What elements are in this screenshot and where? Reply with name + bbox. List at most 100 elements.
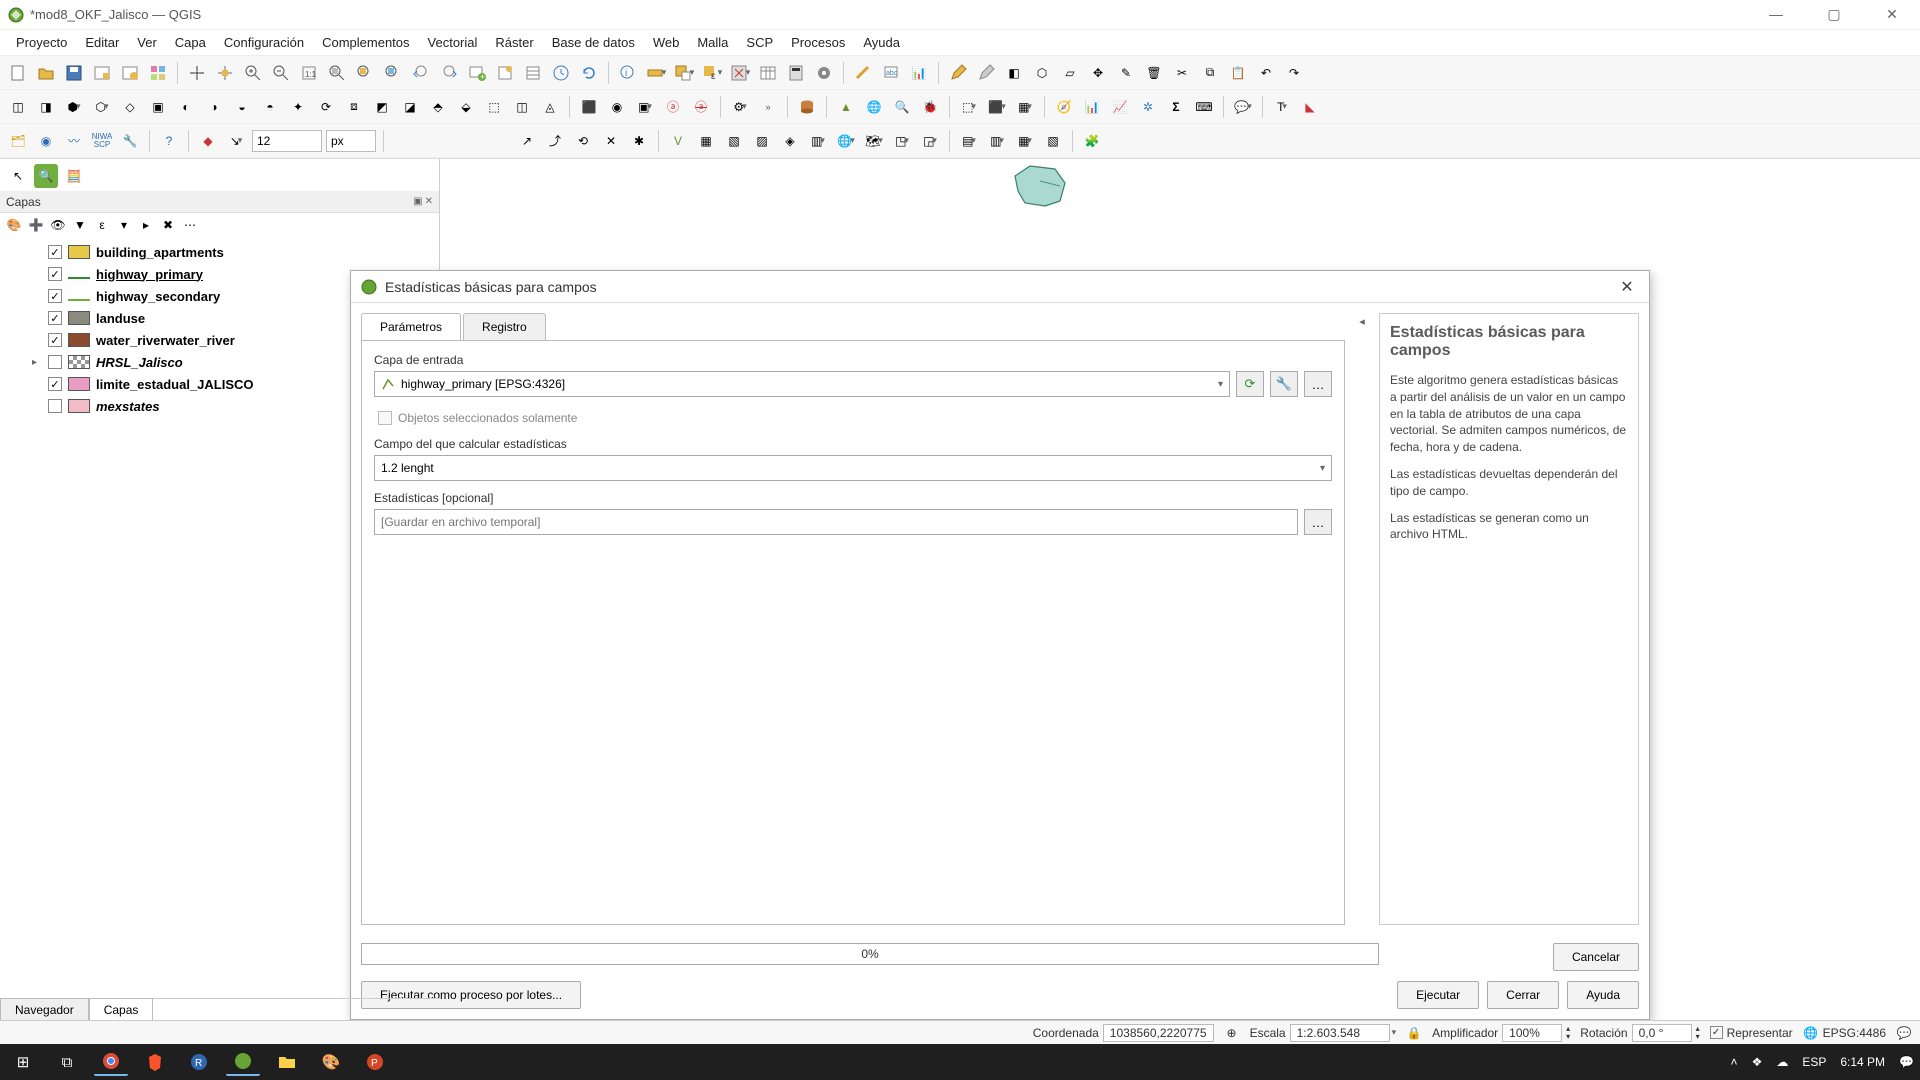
digitize-icon[interactable]: ⬡ <box>1030 61 1054 85</box>
rot-value[interactable]: 0,0 ° <box>1632 1024 1692 1042</box>
select-by-expression-icon[interactable]: ε▾ <box>700 61 724 85</box>
cancel-button[interactable]: Cancelar <box>1553 943 1639 971</box>
render-checkbox[interactable]: ✓ <box>1710 1026 1723 1039</box>
zoom-native-icon[interactable]: 1:1 <box>297 61 321 85</box>
new-virtual-layer-icon[interactable]: 📊 <box>907 61 931 85</box>
menu-web[interactable]: Web <box>645 33 688 52</box>
vlayer-f-icon[interactable]: ▥▾ <box>806 129 830 153</box>
chrome-icon[interactable] <box>94 1048 128 1076</box>
window-minimize-button[interactable]: — <box>1756 6 1796 23</box>
undo-icon[interactable]: ↶ <box>1254 61 1278 85</box>
tool-2c-icon[interactable]: ⬢▾ <box>62 95 86 119</box>
vector-c-icon[interactable]: ⟲ <box>571 129 595 153</box>
powerpoint-icon[interactable]: P <box>358 1048 392 1076</box>
layer-checkbox[interactable]: ✓ <box>48 267 62 281</box>
scp-input-icon[interactable]: ◉ <box>34 129 58 153</box>
db-manager-icon[interactable] <box>795 95 819 119</box>
layer-add-group-icon[interactable]: ➕ <box>28 217 44 233</box>
sigma-icon[interactable]: Σ <box>1164 95 1188 119</box>
open-attribute-table-icon[interactable] <box>756 61 780 85</box>
tray-lang[interactable]: ESP <box>1802 1055 1826 1069</box>
menu-configuracion[interactable]: Configuración <box>216 33 312 52</box>
field-select[interactable]: 1.2 lenght ▾ <box>374 455 1332 481</box>
menu-basedatos[interactable]: Base de datos <box>544 33 643 52</box>
paint-icon[interactable]: 🎨 <box>314 1048 348 1076</box>
mouse-extent-icon[interactable]: ⊕ <box>1224 1025 1240 1041</box>
tray-notifications-icon[interactable]: 💬 <box>1899 1055 1914 1069</box>
brave-icon[interactable] <box>138 1048 172 1076</box>
window-maximize-button[interactable]: ▢ <box>1814 6 1854 23</box>
quick-b-icon[interactable]: 🧮 <box>62 164 86 188</box>
browse-layer-button[interactable]: … <box>1304 371 1332 397</box>
style-manager-icon[interactable] <box>146 61 170 85</box>
panel-close-icon[interactable]: ✕ <box>425 196 433 207</box>
tool-2i-icon[interactable]: ◒ <box>230 95 254 119</box>
run-button[interactable]: Ejecutar <box>1397 981 1479 1009</box>
crs-icon[interactable]: 🌐 <box>1803 1025 1819 1041</box>
vector-b-icon[interactable]: ⤴ <box>543 129 567 153</box>
vlayer-b-icon[interactable]: ▦ <box>694 129 718 153</box>
font-size-input[interactable] <box>252 130 322 152</box>
rot-spinner[interactable]: ▴▾ <box>1696 1025 1700 1041</box>
scp-3-icon[interactable]: ▣▾ <box>633 95 657 119</box>
copy-features-icon[interactable]: ⧉ <box>1198 61 1222 85</box>
menu-ayuda[interactable]: Ayuda <box>855 33 908 52</box>
quick-locate-icon[interactable]: 🔍 <box>34 164 58 188</box>
zoom-out-icon[interactable] <box>269 61 293 85</box>
vector-e-icon[interactable]: ✱ <box>627 129 651 153</box>
redo-icon[interactable]: ↷ <box>1282 61 1306 85</box>
zoom-in-icon[interactable] <box>241 61 265 85</box>
tray-dropbox-icon[interactable]: ❖ <box>1752 1055 1763 1069</box>
vlayer-c-icon[interactable]: ▧ <box>722 129 746 153</box>
scale-value[interactable]: 1:2.603.548 <box>1290 1024 1390 1042</box>
scp-roi-select-icon[interactable]: ↘▾ <box>224 129 248 153</box>
layout-a-icon[interactable]: ⬚▾ <box>957 95 981 119</box>
tray-chevron-icon[interactable]: ˄ <box>1731 1055 1738 1069</box>
menu-proyecto[interactable]: Proyecto <box>8 33 75 52</box>
group-b-icon[interactable]: ▥▾ <box>985 129 1009 153</box>
help-tip-icon[interactable]: 💬▾ <box>1231 95 1255 119</box>
select-options-button[interactable]: 🔧 <box>1270 371 1298 397</box>
georeferencer-icon[interactable]: 🌐 <box>862 95 886 119</box>
tool-2s-icon[interactable]: ◫ <box>510 95 534 119</box>
layer-filter-icon[interactable]: ▼ <box>72 217 88 233</box>
refresh-icon[interactable] <box>577 61 601 85</box>
tool-2m-icon[interactable]: ⧈ <box>342 95 366 119</box>
show-bookmarks-icon[interactable] <box>521 61 545 85</box>
field-calculator-icon[interactable] <box>784 61 808 85</box>
menu-malla[interactable]: Malla <box>689 33 736 52</box>
metasearch-icon[interactable]: 🔍 <box>890 95 914 119</box>
tab-log[interactable]: Registro <box>463 313 546 340</box>
layer-checkbox[interactable]: ✓ <box>48 289 62 303</box>
last-tool-icon[interactable]: 🧩 <box>1080 129 1104 153</box>
input-layer-select[interactable]: highway_primary [EPSG:4326] ▾ <box>374 371 1230 397</box>
abc-overlay-icon[interactable]: ⓐ <box>661 95 685 119</box>
vector-a-icon[interactable]: ↗ <box>515 129 539 153</box>
annotation-pin-icon[interactable]: ◣ <box>1298 95 1322 119</box>
layer-collapse-icon[interactable]: ▸ <box>138 217 154 233</box>
layer-checkbox[interactable] <box>48 399 62 413</box>
scp-help-icon[interactable]: ? <box>157 129 181 153</box>
tool-2e-icon[interactable]: ◇ <box>118 95 142 119</box>
nav-a-icon[interactable]: 🧭 <box>1052 95 1076 119</box>
tool-2b-icon[interactable]: ◨ <box>34 95 58 119</box>
keyboard-icon[interactable]: ⌨ <box>1192 95 1216 119</box>
vlayer-g-icon[interactable]: 🌐▾ <box>834 129 858 153</box>
scp-bandset-icon[interactable]: 〰 <box>62 129 86 153</box>
tool-2g-icon[interactable]: ◐ <box>174 95 198 119</box>
scp-roi-icon[interactable]: ◆ <box>196 129 220 153</box>
tab-parameters[interactable]: Parámetros <box>361 313 461 340</box>
qgis-taskbar-icon[interactable] <box>226 1048 260 1076</box>
menu-procesos[interactable]: Procesos <box>783 33 853 52</box>
vlayer-i-icon[interactable]: ◳▾ <box>890 129 914 153</box>
add-polygon-icon[interactable]: ▱ <box>1058 61 1082 85</box>
layer-more-icon[interactable]: ⋯ <box>182 217 198 233</box>
group-a-icon[interactable]: ▤▾ <box>957 129 981 153</box>
menu-scp[interactable]: SCP <box>738 33 781 52</box>
zoom-full-icon[interactable] <box>325 61 349 85</box>
tool-2k-icon[interactable]: ✦ <box>286 95 310 119</box>
tray-time[interactable]: 6:14 PM <box>1840 1055 1885 1069</box>
tool-2r-icon[interactable]: ⬚ <box>482 95 506 119</box>
rstudio-icon[interactable]: R <box>182 1048 216 1076</box>
processing-toolbox-icon[interactable] <box>812 61 836 85</box>
